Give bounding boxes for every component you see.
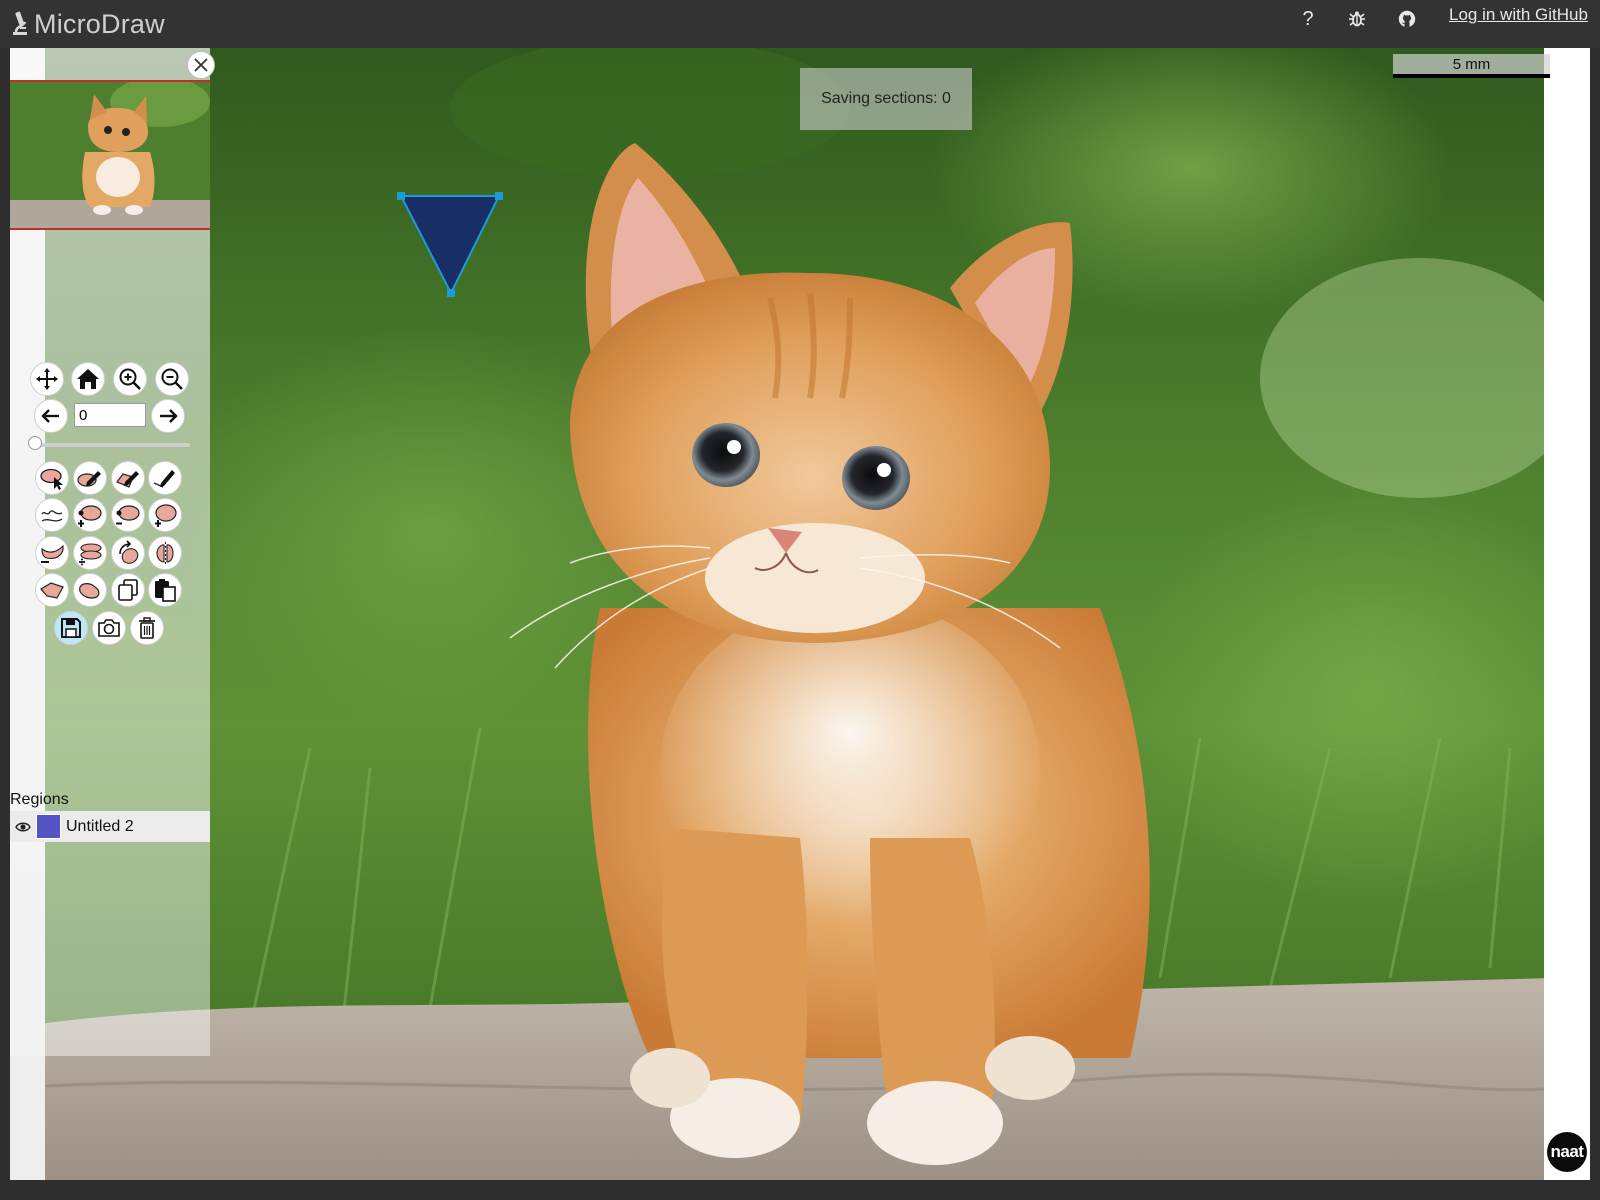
- subtract-region-tool-button[interactable]: [35, 536, 69, 570]
- draw-line-tool-button[interactable]: [148, 461, 182, 495]
- zoom-in-button[interactable]: [113, 362, 147, 396]
- previous-slice-button[interactable]: [34, 399, 68, 433]
- add-region-icon: [155, 504, 177, 527]
- draw-tool-button[interactable]: [73, 461, 107, 495]
- add-point-tool-button[interactable]: [73, 498, 107, 532]
- rotate-region-icon: [119, 540, 139, 564]
- naat-badge[interactable]: naat: [1547, 1132, 1587, 1172]
- add-region-tool-button[interactable]: [148, 498, 182, 532]
- draw-line-icon: [153, 470, 175, 488]
- slice-slider[interactable]: [35, 443, 190, 447]
- saving-status-text: Saving sections: 0: [821, 90, 951, 107]
- kitten-photo: [10, 48, 1554, 1180]
- naat-badge-label: naat: [1550, 1142, 1584, 1161]
- save-button[interactable]: [54, 611, 88, 645]
- previous-arrow-icon: [41, 409, 59, 423]
- thumbnail-image: [10, 82, 210, 228]
- report-bug-button[interactable]: [1342, 4, 1372, 34]
- image-viewer[interactable]: [10, 48, 1554, 1180]
- bug-icon: [1349, 11, 1365, 27]
- delete-button[interactable]: [130, 611, 164, 645]
- app-title: MicroDraw: [34, 8, 165, 39]
- split-region-tool-button[interactable]: [73, 536, 107, 570]
- region-color-swatch[interactable]: [36, 814, 61, 839]
- flip-region-icon: [156, 542, 174, 565]
- navigator-thumbnail[interactable]: [10, 80, 210, 230]
- zoom-in-icon: [119, 368, 141, 390]
- slice-slider-thumb[interactable]: [28, 436, 42, 450]
- panel-lower-edge: [10, 1056, 45, 1180]
- github-button[interactable]: [1392, 4, 1422, 34]
- home-button[interactable]: [71, 362, 105, 396]
- region-item[interactable]: Untitled 2: [10, 811, 210, 842]
- draw-polygon-tool-button[interactable]: [111, 461, 145, 495]
- close-icon: [194, 58, 208, 72]
- screenshot-button[interactable]: [92, 611, 126, 645]
- simplify-icon: [41, 510, 63, 522]
- region-name[interactable]: Untitled 2: [66, 818, 134, 836]
- screenshot-icon: [98, 619, 120, 637]
- subtract-region-icon: [41, 544, 64, 563]
- viewer-right-margin: [1544, 48, 1590, 1180]
- simplify-tool-button[interactable]: [35, 498, 69, 532]
- login-with-github-link[interactable]: Log in with GitHub: [1449, 5, 1588, 25]
- visibility-toggle[interactable]: [10, 821, 36, 833]
- paste-icon: [155, 579, 176, 602]
- close-panel-button[interactable]: [187, 51, 215, 79]
- select-tool-button[interactable]: [35, 461, 69, 495]
- copy-button[interactable]: [111, 573, 145, 607]
- copy-icon: [118, 579, 138, 601]
- eye-icon: [15, 822, 31, 831]
- question-icon: ?: [1302, 7, 1314, 30]
- slice-number-input[interactable]: [74, 403, 146, 427]
- saving-status: Saving sections: 0: [800, 68, 972, 130]
- move-icon: [36, 368, 58, 390]
- paste-button[interactable]: [148, 573, 182, 607]
- delete-icon: [139, 617, 155, 639]
- github-icon: [1398, 10, 1416, 28]
- scale-bar: 5 mm: [1393, 54, 1550, 78]
- move-button[interactable]: [30, 362, 64, 396]
- regions-title: Regions: [10, 791, 69, 808]
- to-bezier-tool-button[interactable]: [73, 573, 107, 607]
- delete-point-icon: [116, 505, 140, 525]
- help-button[interactable]: ?: [1293, 4, 1323, 34]
- to-bezier-icon: [79, 583, 100, 599]
- delete-point-tool-button[interactable]: [111, 498, 145, 532]
- split-region-icon: [79, 543, 102, 566]
- draw-icon: [77, 471, 101, 487]
- save-icon: [61, 618, 81, 638]
- to-polygon-icon: [40, 582, 64, 599]
- scale-bar-label: 5 mm: [1452, 55, 1491, 73]
- home-icon: [77, 369, 99, 389]
- to-polygon-tool-button[interactable]: [35, 573, 69, 607]
- microscope-icon: [13, 11, 27, 35]
- rotate-region-tool-button[interactable]: [111, 536, 145, 570]
- add-point-icon: [78, 505, 102, 527]
- draw-polygon-icon: [116, 471, 139, 488]
- flip-region-tool-button[interactable]: [148, 536, 182, 570]
- zoom-out-icon: [161, 368, 183, 390]
- next-slice-button[interactable]: [151, 399, 185, 433]
- select-region-icon: [40, 468, 63, 490]
- top-bar: MicroDraw ? Log in with GitHub: [0, 0, 1600, 48]
- next-arrow-icon: [160, 409, 178, 423]
- app-logo[interactable]: MicroDraw: [10, 6, 165, 42]
- zoom-out-button[interactable]: [155, 362, 189, 396]
